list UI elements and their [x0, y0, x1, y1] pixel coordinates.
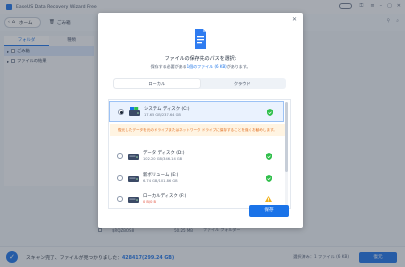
disk-icon	[128, 154, 139, 160]
drive-name: ローカルディスク (F:)	[143, 194, 187, 199]
disk-icon	[128, 197, 139, 203]
drive-item-e[interactable]: 新ボリューム (E:) 6.74 GB/101.86 GB	[109, 168, 284, 189]
tab-local[interactable]: ローカル	[114, 79, 200, 88]
drive-list: システム ディスク (C:) 17.65 GB/237.64 GB 復元したデー…	[108, 99, 291, 209]
subtitle-prefix: 保存する必要がある	[150, 64, 187, 69]
dialog-title: ファイルの保存先のパスを選択:	[164, 56, 237, 62]
dialog-subtitle: 保存する必要がある1個のファイル (6 KB)があります。	[98, 64, 303, 70]
drive-radio[interactable]	[118, 109, 124, 115]
shield-check-icon	[266, 153, 272, 160]
drive-radio[interactable]	[117, 153, 123, 159]
drive-name: 新ボリューム (E:)	[143, 173, 179, 178]
drive-capacity: 0 B/0 B	[143, 200, 156, 204]
save-location-dialog: ✕ ファイルの保存先のパスを選択: 保存する必要がある1個のファイル (6 KB…	[98, 13, 303, 228]
shield-check-icon	[267, 109, 273, 116]
drive-list-scrollbar[interactable]	[285, 102, 288, 206]
drive-capacity: 102.20 GB/346.14 GB	[143, 157, 183, 161]
folder-icon	[195, 29, 206, 49]
save-button[interactable]: 保存	[249, 205, 289, 217]
tab-cloud[interactable]: クラウド	[200, 79, 286, 88]
scrollbar-thumb[interactable]	[285, 102, 288, 172]
disk-icon	[128, 176, 139, 182]
storage-tabs: ローカル クラウド	[113, 78, 286, 89]
drive-name: システム ディスク (C:)	[144, 107, 190, 112]
warning-message: 復元したデータを元のドライブまたはネットワーク ドライブに保存することを強くお勧…	[110, 124, 285, 136]
drive-capacity: 6.74 GB/101.86 GB	[143, 179, 178, 183]
drive-item-d[interactable]: データ ディスク (D:) 102.20 GB/346.14 GB	[109, 146, 284, 167]
warning-icon	[265, 196, 272, 202]
drive-capacity: 17.65 GB/237.64 GB	[144, 113, 181, 117]
subtitle-file-count: 1個のファイル (6 KB)	[186, 64, 227, 69]
drive-item-c[interactable]: システム ディスク (C:) 17.65 GB/237.64 GB 復元したデー…	[109, 101, 285, 136]
drive-name: データ ディスク (D:)	[143, 151, 185, 156]
subtitle-suffix: があります。	[226, 64, 251, 69]
shield-check-icon	[266, 175, 272, 182]
drive-radio[interactable]	[117, 196, 123, 202]
drive-radio[interactable]	[117, 175, 123, 181]
close-icon[interactable]: ✕	[292, 16, 297, 23]
system-disk-icon	[129, 107, 140, 116]
